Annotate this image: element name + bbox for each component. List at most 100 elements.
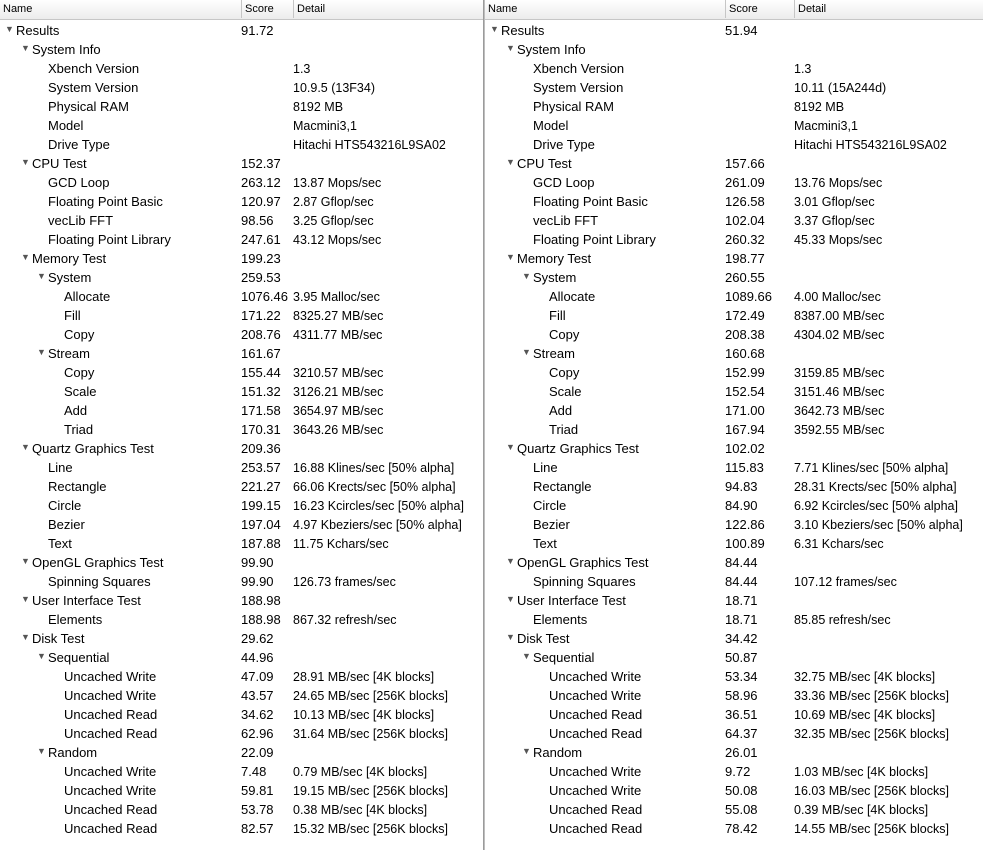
outline-row[interactable]: Drive Type Hitachi HTS543216L9SA02 <box>485 134 983 153</box>
disclosure-triangle-icon[interactable]: ▼ <box>19 590 32 609</box>
disclosure-triangle-icon[interactable]: ▼ <box>35 343 48 362</box>
outline-row[interactable]: Line 253.57 16.88 Klines/sec [50% alpha] <box>0 457 483 476</box>
outline-row[interactable]: Add 171.58 3654.97 MB/sec <box>0 400 483 419</box>
outline-row[interactable]: Xbench Version 1.3 <box>485 58 983 77</box>
outline-row[interactable]: Allocate 1076.46 3.95 Malloc/sec <box>0 286 483 305</box>
disclosure-triangle-icon[interactable]: ▼ <box>504 39 517 58</box>
disclosure-triangle-icon[interactable]: ▼ <box>3 20 16 39</box>
outline-row[interactable]: Circle 84.90 6.92 Kcircles/sec [50% alpha] <box>485 495 983 514</box>
outline-row[interactable]: Uncached Write 47.09 28.91 MB/sec [4K bloc… <box>0 666 483 685</box>
outline-row[interactable]: ▼ User Interface Test 188.98 <box>0 590 483 609</box>
outline-row[interactable]: ▼ Memory Test 198.77 <box>485 248 983 267</box>
outline-row[interactable]: Uncached Write 58.96 33.36 MB/sec [256K bl… <box>485 685 983 704</box>
disclosure-triangle-icon[interactable]: ▼ <box>504 438 517 457</box>
outline-row[interactable]: Spinning Squares 84.44 107.12 frames/sec <box>485 571 983 590</box>
outline-row[interactable]: Uncached Read 78.42 14.55 MB/sec [256K blo… <box>485 818 983 837</box>
outline-row[interactable]: Physical RAM 8192 MB <box>0 96 483 115</box>
outline-row[interactable]: Uncached Read 82.57 15.32 MB/sec [256K blo… <box>0 818 483 837</box>
outline-row[interactable]: Uncached Read 34.62 10.13 MB/sec [4K block… <box>0 704 483 723</box>
disclosure-triangle-icon[interactable]: ▼ <box>19 552 32 571</box>
outline-row[interactable]: ▼ Disk Test 34.42 <box>485 628 983 647</box>
outline-row[interactable]: ▼ Sequential 50.87 <box>485 647 983 666</box>
outline-row[interactable]: Drive Type Hitachi HTS543216L9SA02 <box>0 134 483 153</box>
outline-row[interactable]: Physical RAM 8192 MB <box>485 96 983 115</box>
outline-row[interactable]: Model Macmini3,1 <box>0 115 483 134</box>
outline-row[interactable]: Xbench Version 1.3 <box>0 58 483 77</box>
outline-row[interactable]: Uncached Write 43.57 24.65 MB/sec [256K bl… <box>0 685 483 704</box>
name-column-header[interactable]: Name <box>0 0 32 18</box>
outline-row[interactable]: Copy 155.44 3210.57 MB/sec <box>0 362 483 381</box>
detail-column-header[interactable]: Detail <box>293 0 325 18</box>
disclosure-triangle-icon[interactable]: ▼ <box>520 742 533 761</box>
outline-row[interactable]: Triad 167.94 3592.55 MB/sec <box>485 419 983 438</box>
outline-row[interactable]: Uncached Write 9.72 1.03 MB/sec [4K blocks… <box>485 761 983 780</box>
outline-row[interactable]: Uncached Write 50.08 16.03 MB/sec [256K bl… <box>485 780 983 799</box>
outline-row[interactable]: Text 100.89 6.31 Kchars/sec <box>485 533 983 552</box>
outline-row[interactable]: Scale 151.32 3126.21 MB/sec <box>0 381 483 400</box>
disclosure-triangle-icon[interactable]: ▼ <box>504 628 517 647</box>
outline-row[interactable]: Triad 170.31 3643.26 MB/sec <box>0 419 483 438</box>
outline-row[interactable]: Add 171.00 3642.73 MB/sec <box>485 400 983 419</box>
outline-row[interactable]: Fill 172.49 8387.00 MB/sec <box>485 305 983 324</box>
outline-row[interactable]: vecLib FFT 98.56 3.25 Gflop/sec <box>0 210 483 229</box>
disclosure-triangle-icon[interactable]: ▼ <box>488 20 501 39</box>
outline-row[interactable]: Fill 171.22 8325.27 MB/sec <box>0 305 483 324</box>
disclosure-triangle-icon[interactable]: ▼ <box>19 248 32 267</box>
outline-row[interactable]: Elements 18.71 85.85 refresh/sec <box>485 609 983 628</box>
outline-row[interactable]: Scale 152.54 3151.46 MB/sec <box>485 381 983 400</box>
disclosure-triangle-icon[interactable]: ▼ <box>35 647 48 666</box>
disclosure-triangle-icon[interactable]: ▼ <box>35 267 48 286</box>
outline-row[interactable]: ▼ User Interface Test 18.71 <box>485 590 983 609</box>
outline-row[interactable]: ▼ System Info <box>0 39 483 58</box>
outline-row[interactable]: ▼ System 260.55 <box>485 267 983 286</box>
outline-row[interactable]: ▼ OpenGL Graphics Test 84.44 <box>485 552 983 571</box>
outline-row[interactable]: Model Macmini3,1 <box>485 115 983 134</box>
outline-row[interactable]: Uncached Write 59.81 19.15 MB/sec [256K bl… <box>0 780 483 799</box>
outline-row[interactable]: ▼ Stream 161.67 <box>0 343 483 362</box>
disclosure-triangle-icon[interactable]: ▼ <box>504 590 517 609</box>
outline-row[interactable]: Copy 208.76 4311.77 MB/sec <box>0 324 483 343</box>
disclosure-triangle-icon[interactable]: ▼ <box>520 267 533 286</box>
outline-row[interactable]: ▼ Stream 160.68 <box>485 343 983 362</box>
disclosure-triangle-icon[interactable]: ▼ <box>19 628 32 647</box>
outline-row[interactable]: Floating Point Library 260.32 45.33 Mops/s… <box>485 229 983 248</box>
outline-row[interactable]: GCD Loop 261.09 13.76 Mops/sec <box>485 172 983 191</box>
disclosure-triangle-icon[interactable]: ▼ <box>504 552 517 571</box>
outline-row[interactable]: Floating Point Basic 126.58 3.01 Gflop/sec <box>485 191 983 210</box>
outline-row[interactable]: ▼ Memory Test 199.23 <box>0 248 483 267</box>
outline-row[interactable]: ▼ Random 22.09 <box>0 742 483 761</box>
outline-row[interactable]: ▼ System Info <box>485 39 983 58</box>
outline-row[interactable]: ▼ Quartz Graphics Test 102.02 <box>485 438 983 457</box>
outline-row[interactable]: Rectangle 94.83 28.31 Krects/sec [50% alph… <box>485 476 983 495</box>
detail-column-header[interactable]: Detail <box>794 0 826 18</box>
disclosure-triangle-icon[interactable]: ▼ <box>504 248 517 267</box>
outline-row[interactable]: Copy 152.99 3159.85 MB/sec <box>485 362 983 381</box>
name-column-header[interactable]: Name <box>485 0 517 18</box>
outline-row[interactable]: Bezier 197.04 4.97 Kbeziers/sec [50% alpha… <box>0 514 483 533</box>
disclosure-triangle-icon[interactable]: ▼ <box>504 153 517 172</box>
outline-row[interactable]: Copy 208.38 4304.02 MB/sec <box>485 324 983 343</box>
outline-row[interactable]: Text 187.88 11.75 Kchars/sec <box>0 533 483 552</box>
outline-row[interactable]: Uncached Read 36.51 10.69 MB/sec [4K block… <box>485 704 983 723</box>
disclosure-triangle-icon[interactable]: ▼ <box>19 39 32 58</box>
disclosure-triangle-icon[interactable]: ▼ <box>35 742 48 761</box>
outline-row[interactable]: ▼ OpenGL Graphics Test 99.90 <box>0 552 483 571</box>
outline-row[interactable]: Uncached Read 55.08 0.39 MB/sec [4K blocks… <box>485 799 983 818</box>
outline-row[interactable]: Allocate 1089.66 4.00 Malloc/sec <box>485 286 983 305</box>
disclosure-triangle-icon[interactable]: ▼ <box>19 153 32 172</box>
outline-row[interactable]: Uncached Read 64.37 32.35 MB/sec [256K blo… <box>485 723 983 742</box>
outline-row[interactable]: ▼ Quartz Graphics Test 209.36 <box>0 438 483 457</box>
outline-row[interactable]: Uncached Read 62.96 31.64 MB/sec [256K blo… <box>0 723 483 742</box>
outline-row[interactable]: Circle 199.15 16.23 Kcircles/sec [50% alph… <box>0 495 483 514</box>
score-column-header[interactable]: Score <box>241 0 295 18</box>
outline-row[interactable]: Spinning Squares 99.90 126.73 frames/sec <box>0 571 483 590</box>
outline-row[interactable]: ▼ Sequential 44.96 <box>0 647 483 666</box>
outline-row[interactable]: ▼ Random 26.01 <box>485 742 983 761</box>
outline-row[interactable]: Elements 188.98 867.32 refresh/sec <box>0 609 483 628</box>
outline-row[interactable]: ▼ CPU Test 157.66 <box>485 153 983 172</box>
outline-row[interactable]: vecLib FFT 102.04 3.37 Gflop/sec <box>485 210 983 229</box>
outline-row[interactable]: Rectangle 221.27 66.06 Krects/sec [50% alp… <box>0 476 483 495</box>
outline-row[interactable]: Floating Point Basic 120.97 2.87 Gflop/sec <box>0 191 483 210</box>
outline-row[interactable]: Line 115.83 7.71 Klines/sec [50% alpha] <box>485 457 983 476</box>
outline-row[interactable]: Bezier 122.86 3.10 Kbeziers/sec [50% alpha… <box>485 514 983 533</box>
